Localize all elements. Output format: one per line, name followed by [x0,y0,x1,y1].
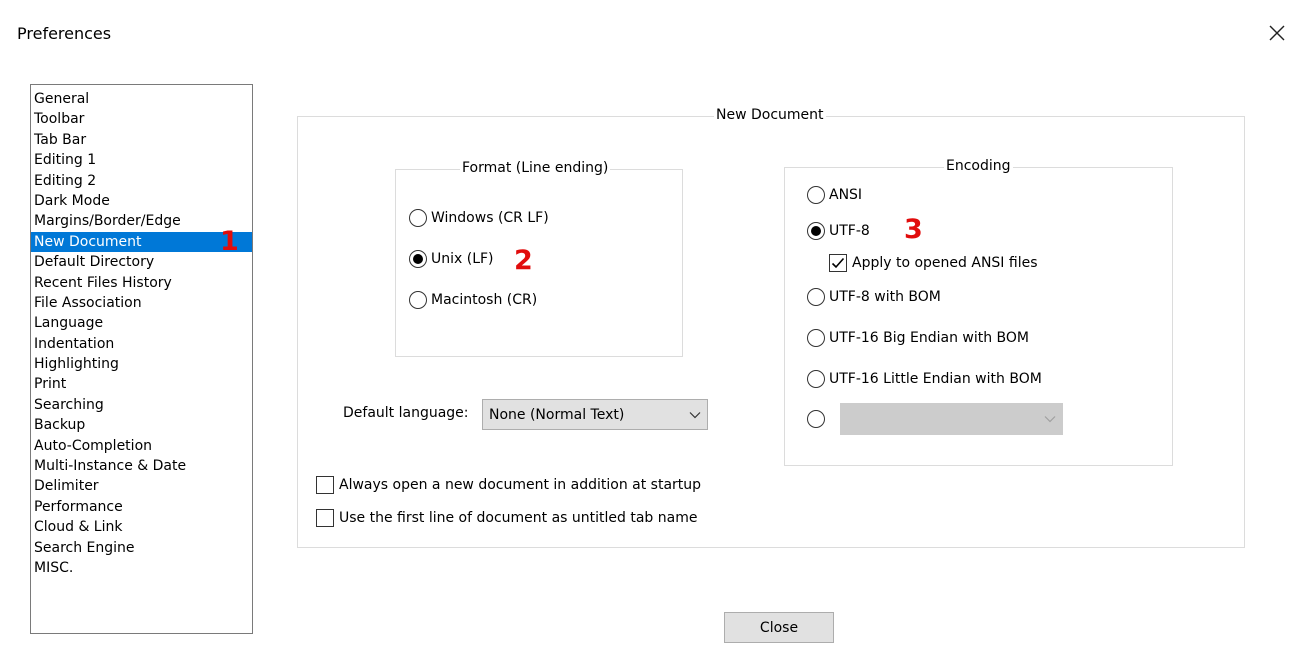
sidebar-item[interactable]: General [31,89,252,109]
sidebar-item[interactable]: Search Engine [31,538,252,558]
radio-button[interactable] [409,209,427,227]
checkbox-first-line-tab[interactable]: Use the first line of document as untitl… [316,509,697,527]
checkbox[interactable] [829,254,847,272]
chevron-down-icon [683,411,707,419]
sidebar-item[interactable]: Toolbar [31,109,252,129]
radio-ansi[interactable]: ANSI [807,186,862,204]
annotation-3: 3 [904,214,923,245]
dialog-title: Preferences [17,24,112,43]
radio-utf8[interactable]: UTF-8 [807,222,870,240]
checkbox-label: Always open a new document in addition a… [339,477,702,493]
checkbox[interactable] [316,476,334,494]
sidebar-item[interactable]: Searching [31,395,252,415]
sidebar-item[interactable]: Editing 2 [31,171,252,191]
annotation-2: 2 [514,245,533,276]
close-icon[interactable] [1266,22,1288,44]
radio-utf16-be-bom[interactable]: UTF-16 Big Endian with BOM [807,329,1029,347]
preferences-category-list[interactable]: General Toolbar Tab Bar Editing 1 Editing 2D… [30,84,253,634]
radio-label: Macintosh (CR) [431,292,538,308]
sidebar-item[interactable]: New Document [31,231,252,253]
sidebar-item[interactable]: Indentation [31,334,252,354]
annotation-1: 1 [220,226,239,257]
checkbox-label: Apply to opened ANSI files [852,255,1038,271]
sidebar-item[interactable]: Language [31,313,252,333]
radio-label: ANSI [829,187,863,203]
radio-windows-crlf[interactable]: Windows (CR LF) [409,209,549,227]
checkbox-apply-ansi[interactable]: Apply to opened ANSI files [829,254,1038,272]
radio-unix-lf[interactable]: Unix (LF) [409,250,494,268]
radio-label: UTF-16 Little Endian with BOM [829,371,1042,387]
radio-utf8-bom[interactable]: UTF-8 with BOM [807,288,941,306]
checkbox-label: Use the first line of document as untitl… [339,510,698,526]
radio-button[interactable] [409,291,427,309]
sidebar-item[interactable]: Print [31,374,252,394]
radio-button[interactable] [807,288,825,306]
chevron-down-icon [1038,415,1062,423]
preferences-dialog: Preferences General Toolbar Tab Bar Editing… [0,0,1307,653]
radio-label: UTF-16 Big Endian with BOM [829,330,1030,346]
radio-button[interactable] [807,329,825,347]
radio-label: UTF-8 [829,223,870,239]
sidebar-item[interactable]: Tab Bar [31,130,252,150]
sidebar-item[interactable]: Editing 1 [31,150,252,170]
radio-label: Windows (CR LF) [431,210,549,226]
sidebar-item[interactable]: Backup [31,415,252,435]
close-button[interactable]: Close [724,612,834,643]
radio-button[interactable] [807,410,825,428]
radio-button[interactable] [807,370,825,388]
radio-button[interactable] [409,250,427,268]
sidebar-item[interactable]: Margins/Border/Edge [31,211,252,231]
sidebar-item[interactable]: Delimiter [31,476,252,496]
sidebar-item[interactable]: Performance [31,497,252,517]
format-group-label: Format (Line ending) [460,160,611,176]
sidebar-item[interactable]: File Association [31,293,252,313]
sidebar-item[interactable]: Auto-Completion [31,436,252,456]
sidebar-item[interactable]: MISC. [31,558,252,578]
sidebar-item[interactable]: Recent Files History [31,273,252,293]
radio-button[interactable] [807,222,825,240]
radio-utf16-le-bom[interactable]: UTF-16 Little Endian with BOM [807,370,1042,388]
checkbox-always-open[interactable]: Always open a new document in addition a… [316,476,701,494]
default-language-combo[interactable]: None (Normal Text) [482,399,708,430]
combo-value: None (Normal Text) [489,406,625,423]
sidebar-item[interactable]: Default Directory [31,252,252,272]
new-document-group-label: New Document [714,107,826,123]
other-encoding-combo[interactable] [840,403,1063,435]
sidebar-item[interactable]: Multi-Instance & Date [31,456,252,476]
radio-macintosh-cr[interactable]: Macintosh (CR) [409,291,537,309]
radio-other-encoding[interactable] [807,410,829,428]
encoding-group-label: Encoding [944,158,1013,174]
radio-button[interactable] [807,186,825,204]
radio-label: UTF-8 with BOM [829,289,941,305]
checkbox[interactable] [316,509,334,527]
radio-label: Unix (LF) [431,251,494,267]
sidebar-item[interactable]: Cloud & Link [31,517,252,537]
default-language-label: Default language: [343,405,469,421]
sidebar-item[interactable]: Highlighting [31,354,252,374]
sidebar-item[interactable]: Dark Mode [31,191,252,211]
